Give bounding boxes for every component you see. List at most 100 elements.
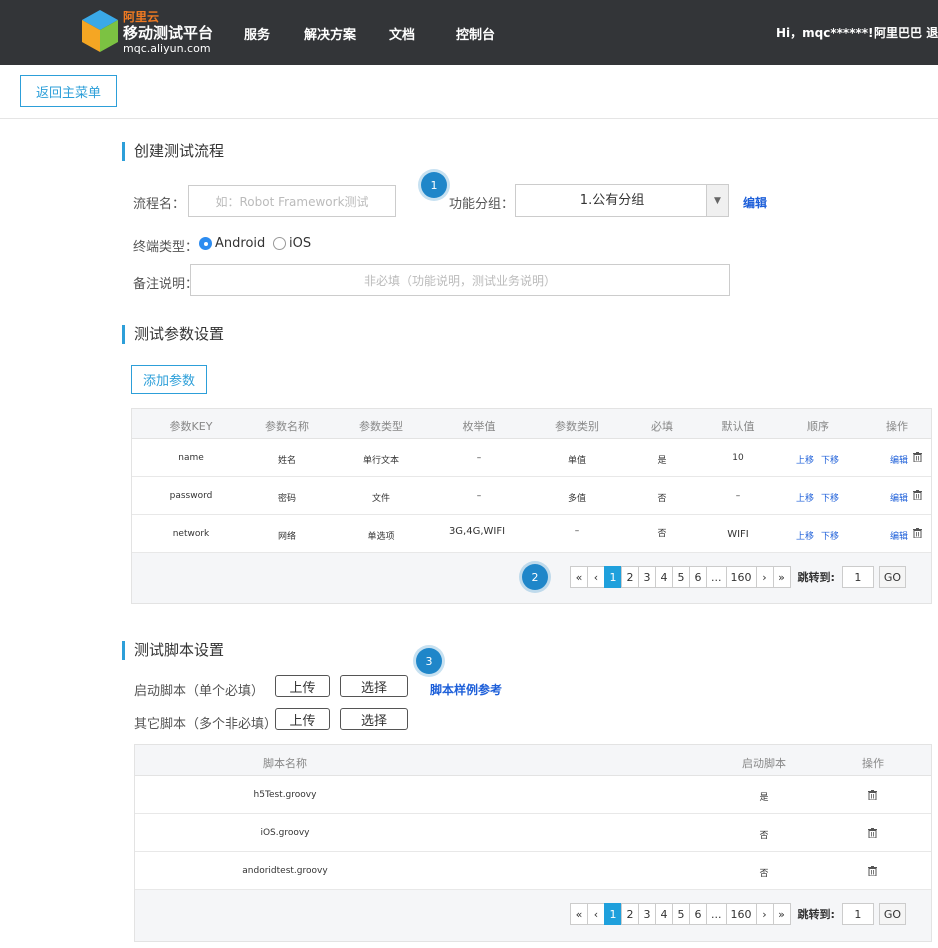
nav-solutions[interactable]: 解决方案: [304, 24, 356, 43]
page-160-button[interactable]: 160: [725, 566, 757, 588]
cell-category: 多值: [567, 494, 586, 504]
col-default: 默认值: [721, 420, 755, 433]
page-2-button[interactable]: 2: [621, 903, 639, 925]
edit-row-link[interactable]: 编辑: [890, 491, 908, 504]
page-5-button[interactable]: 5: [672, 903, 690, 925]
move-down-link[interactable]: 下移: [821, 453, 839, 466]
brand-title: 移动测试平台: [123, 24, 214, 42]
cell-key: network: [172, 529, 210, 539]
move-down-link[interactable]: 下移: [821, 529, 839, 542]
nav-services[interactable]: 服务: [244, 24, 270, 43]
trash-icon[interactable]: [868, 866, 877, 876]
first-page-button[interactable]: «: [570, 903, 588, 925]
choose-other-script-button[interactable]: 选择: [340, 708, 408, 730]
page-4-button[interactable]: 4: [655, 903, 673, 925]
move-down-link[interactable]: 下移: [821, 491, 839, 504]
add-param-button[interactable]: 添加参数: [131, 365, 207, 394]
scripts-title: 测试脚本设置: [122, 641, 224, 660]
cell-key: name: [178, 453, 204, 463]
go-button[interactable]: GO: [878, 903, 906, 925]
remark-input[interactable]: 非必填（功能说明，测试业务说明）: [190, 264, 730, 296]
cell-is-start: 否: [759, 869, 769, 879]
cell-enum: –: [476, 491, 482, 501]
script-sample-link[interactable]: 脚本样例参考: [430, 681, 502, 698]
page-3-button[interactable]: 3: [638, 566, 656, 588]
radio-unchecked-icon: [273, 237, 286, 250]
go-button[interactable]: GO: [878, 566, 906, 588]
cell-name: 姓名: [277, 456, 296, 466]
group-select[interactable]: 1.公有分组 ▼: [515, 184, 729, 217]
col-action: 操作: [886, 420, 908, 433]
scripts-pager: « ‹ 1 2 3 4 5 6 ... 160 › » 跳转到: 1 GO: [570, 903, 906, 925]
page-6-button[interactable]: 6: [689, 903, 707, 925]
col-is-start: 启动脚本: [742, 757, 786, 770]
cell-required: 否: [657, 529, 667, 539]
brand-url: mqc.aliyun.com: [123, 42, 211, 55]
remark-label: 备注说明：: [133, 277, 199, 292]
edit-row-link[interactable]: 编辑: [890, 529, 908, 542]
page-160-button[interactable]: 160: [725, 903, 757, 925]
radio-ios[interactable]: iOS: [273, 236, 311, 251]
terminal-type-label: 终端类型：: [133, 240, 199, 255]
page-6-button[interactable]: 6: [689, 566, 707, 588]
trash-icon[interactable]: [913, 528, 922, 538]
col-order: 顺序: [807, 420, 829, 433]
cell-enum: –: [476, 453, 482, 463]
flow-name-input[interactable]: 如：Robot Framework测试: [188, 185, 396, 217]
move-up-link[interactable]: 上移: [796, 529, 814, 542]
prev-page-button[interactable]: ‹: [587, 903, 605, 925]
next-page-button[interactable]: ›: [755, 566, 774, 588]
table-row: password 密码 文件 – 多值 否 – 上移 下移 编辑: [132, 477, 931, 515]
flow-name-label: 流程名：: [133, 197, 186, 212]
step-badge-2: 2: [522, 564, 548, 590]
jump-label: 跳转到:: [797, 908, 835, 921]
prev-page-button[interactable]: ‹: [587, 566, 605, 588]
jump-input[interactable]: 1: [841, 566, 874, 588]
trash-icon[interactable]: [913, 490, 922, 500]
upload-start-script-button[interactable]: 上传: [275, 675, 330, 697]
user-greeting[interactable]: Hi，mqc******!: [776, 24, 874, 41]
page-4-button[interactable]: 4: [655, 566, 673, 588]
page-3-button[interactable]: 3: [638, 903, 656, 925]
page-2-button[interactable]: 2: [621, 566, 639, 588]
chevron-down-icon[interactable]: ▼: [706, 185, 728, 216]
nav-docs[interactable]: 文档: [389, 24, 415, 43]
back-to-menu-button[interactable]: 返回主菜单: [20, 75, 117, 107]
col-key: 参数KEY: [169, 420, 213, 433]
next-page-button[interactable]: ›: [755, 903, 774, 925]
cell-name: 网络: [277, 532, 296, 542]
group-label: 功能分组：: [449, 197, 515, 212]
scripts-table-footer: « ‹ 1 2 3 4 5 6 ... 160 › » 跳转到: 1 GO: [135, 890, 931, 941]
cell-default: –: [735, 491, 741, 501]
page-5-button[interactable]: 5: [672, 566, 690, 588]
col-name: 参数名称: [265, 420, 309, 433]
nav-console[interactable]: 控制台: [456, 24, 495, 43]
radio-android-label: Android: [215, 236, 266, 251]
cell-name: 密码: [277, 494, 296, 504]
choose-start-script-button[interactable]: 选择: [340, 675, 408, 697]
cell-default: 10: [732, 453, 744, 463]
radio-android[interactable]: Android: [199, 236, 265, 251]
move-up-link[interactable]: 上移: [796, 491, 814, 504]
col-required: 必填: [651, 420, 673, 433]
last-page-button[interactable]: »: [772, 903, 791, 925]
page-1-button[interactable]: 1: [604, 566, 622, 588]
upload-other-script-button[interactable]: 上传: [275, 708, 330, 730]
params-pager: « ‹ 1 2 3 4 5 6 ... 160 › » 跳转到: 1 GO: [570, 566, 906, 588]
trash-icon[interactable]: [868, 828, 877, 838]
create-flow-title: 创建测试流程: [122, 142, 224, 161]
edit-row-link[interactable]: 编辑: [890, 453, 908, 466]
page-ellipsis: ...: [706, 903, 727, 925]
first-page-button[interactable]: «: [570, 566, 588, 588]
table-row: andoridtest.groovy 否: [135, 852, 931, 890]
jump-input[interactable]: 1: [841, 903, 874, 925]
user-company[interactable]: 阿里巴巴 退: [874, 24, 938, 41]
cell-type: 单行文本: [362, 456, 399, 466]
move-up-link[interactable]: 上移: [796, 453, 814, 466]
page-ellipsis: ...: [706, 566, 727, 588]
trash-icon[interactable]: [868, 790, 877, 800]
trash-icon[interactable]: [913, 452, 922, 462]
last-page-button[interactable]: »: [772, 566, 791, 588]
page-1-button[interactable]: 1: [604, 903, 622, 925]
edit-group-link[interactable]: 编辑: [743, 194, 767, 211]
